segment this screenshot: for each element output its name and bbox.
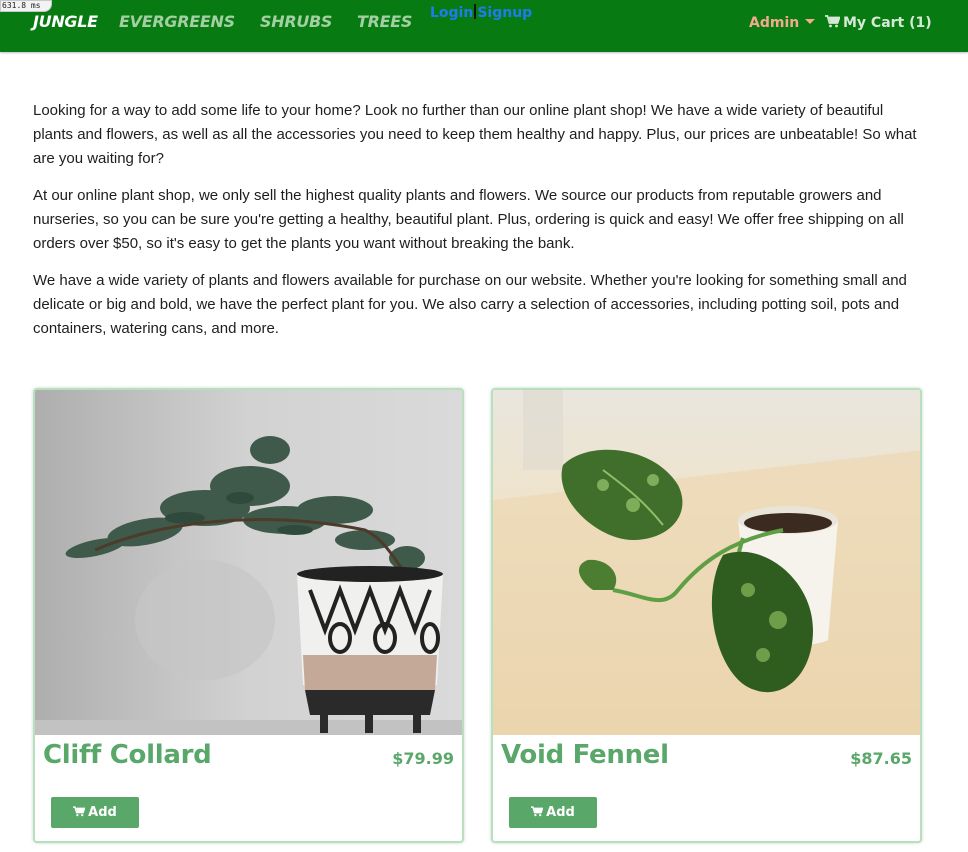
add-to-cart-button[interactable]: Add — [509, 797, 597, 828]
product-image-pothos-pot[interactable] — [493, 390, 922, 735]
product-name[interactable]: Cliff Collard — [43, 740, 212, 770]
admin-dropdown[interactable]: Admin — [749, 15, 816, 31]
product-price: $79.99 — [392, 749, 454, 768]
product-card[interactable]: Void Fennel $87.65 Add — [491, 388, 922, 843]
intro-paragraph: Looking for a way to add some life to yo… — [33, 102, 917, 167]
render-timing-badge: 631.8 ms — [0, 0, 52, 12]
nav-link-trees[interactable]: TREES — [357, 12, 412, 31]
nav-link-shrubs[interactable]: SHRUBS — [260, 12, 332, 31]
signup-link[interactable]: Signup — [477, 5, 532, 21]
brand-logo-link[interactable]: JUNGLE — [33, 12, 98, 31]
shopping-cart-icon — [825, 15, 841, 28]
product-price: $87.65 — [850, 749, 912, 768]
nav-link-evergreens[interactable]: EVERGREENS — [119, 12, 235, 31]
shopping-cart-icon — [531, 806, 544, 817]
add-button-label: Add — [88, 805, 117, 820]
intro-paragraph: At our online plant shop, we only sell t… — [33, 187, 904, 252]
add-button-label: Add — [546, 805, 575, 820]
product-card[interactable]: Cliff Collard $79.99 Add — [33, 388, 464, 843]
product-image-juniper-bonsai[interactable] — [35, 390, 464, 735]
top-navbar: JUNGLE EVERGREENS SHRUBS TREES Login Sign… — [0, 0, 968, 52]
caret-down-icon — [805, 19, 816, 24]
auth-links: Login Signup — [430, 4, 532, 21]
product-name[interactable]: Void Fennel — [501, 740, 669, 770]
add-to-cart-button[interactable]: Add — [51, 797, 139, 828]
cart-link[interactable]: My Cart (1) — [825, 15, 932, 31]
cart-label: My Cart (1) — [843, 15, 932, 31]
admin-label: Admin — [749, 15, 800, 31]
intro-paragraph: We have a wide variety of plants and flo… — [33, 272, 907, 337]
login-link[interactable]: Login — [430, 5, 473, 21]
shopping-cart-icon — [73, 806, 86, 817]
intro-text: Looking for a way to add some life to yo… — [33, 99, 923, 354]
